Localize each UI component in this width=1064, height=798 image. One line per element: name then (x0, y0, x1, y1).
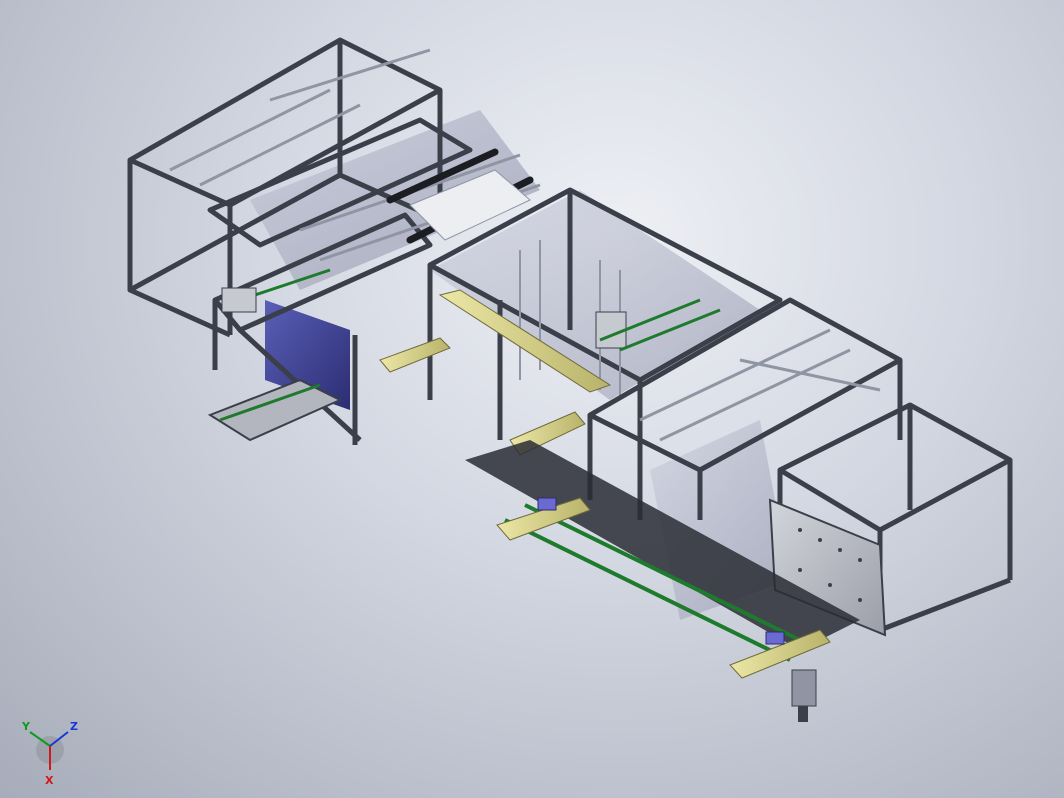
triad-x-label: X (45, 774, 54, 787)
coordinate-triad-icon: Y Z X (21, 720, 78, 787)
middle-slide-left (379, 337, 451, 373)
cad-assembly-model[interactable] (0, 0, 1064, 798)
base-blue-block-left (537, 497, 557, 511)
triad-z-label: Z (70, 720, 78, 733)
triad-y-label: Y (21, 720, 31, 733)
left-module[interactable] (127, 37, 541, 445)
graphics-viewport[interactable]: Y Z X (0, 0, 1064, 798)
base-blue-block-right (765, 631, 785, 645)
base-conveyor-support-leg (791, 669, 817, 722)
left-module-gray-block (221, 287, 257, 313)
